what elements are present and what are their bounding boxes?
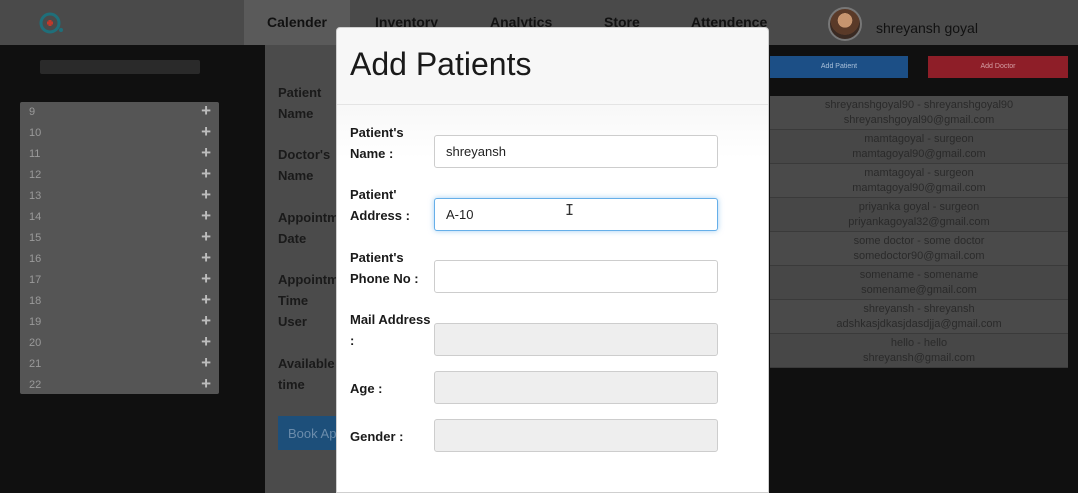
hour-label: 11 <box>29 148 41 160</box>
hour-slot: 20 + <box>20 332 219 354</box>
appointment-date-label: Appointment Date <box>278 210 336 246</box>
doctor-list-item[interactable]: priyanka goyal - surgeon priyankagoyal32@… <box>770 198 1068 232</box>
sidebar-header <box>40 60 200 74</box>
doctor-list-item[interactable]: shreyansh - shreyansh adshkasjdkasjdasdjj… <box>770 300 1068 334</box>
add-doctor-button[interactable]: Add Doctor <box>928 56 1068 78</box>
add-slot-icon[interactable]: + <box>201 248 211 268</box>
hour-slot: 19 + <box>20 311 219 333</box>
hour-label: 10 <box>29 127 42 139</box>
add-slot-icon[interactable]: + <box>201 101 211 121</box>
doctor-email: somedoctor90@gmail.com <box>853 250 985 262</box>
hour-slot: 17 + <box>20 269 219 291</box>
hour-label: 18 <box>29 295 42 307</box>
mail-address-input[interactable] <box>434 323 718 356</box>
doctor-name-role: shreyansh - shreyansh <box>863 303 975 315</box>
doctor-email: mamtagoyal90@gmail.com <box>852 148 986 160</box>
doctor-email: somename@gmail.com <box>861 284 977 296</box>
hour-slot: 10 + <box>20 122 219 144</box>
hour-label: 13 <box>29 190 42 202</box>
user-name[interactable]: shreyansh goyal <box>876 20 978 36</box>
gender-field-label: Gender : <box>350 429 404 444</box>
doctor-name-role: some doctor - some doctor <box>853 235 985 247</box>
hour-slot: 14 + <box>20 206 219 228</box>
user-avatar[interactable] <box>828 7 862 41</box>
hour-slot: 21 + <box>20 353 219 375</box>
available-time-label: Available time <box>278 356 335 392</box>
doctor-name-role: hello - hello <box>890 337 948 349</box>
patient-name-label: Patient Name <box>278 85 322 121</box>
patient-phone-input[interactable] <box>434 260 718 293</box>
book-appointment-button[interactable]: Book Appointment <box>278 416 338 450</box>
add-slot-icon[interactable]: + <box>201 290 211 310</box>
hour-slot: 9 + <box>20 101 219 123</box>
age-field-label: Age : <box>350 381 383 396</box>
hour-slot: 22 + <box>20 374 219 396</box>
hour-slot: 15 + <box>20 227 219 249</box>
hour-label: 15 <box>29 232 42 244</box>
add-slot-icon[interactable]: + <box>201 122 211 142</box>
patient-name-input[interactable] <box>434 135 718 168</box>
add-slot-icon[interactable]: + <box>201 206 211 226</box>
doctor-email: shreyansh@gmail.com <box>862 352 976 364</box>
patient-address-field-label: Patient' Address : <box>350 187 410 223</box>
text-cursor-icon: I <box>565 201 575 219</box>
patient-name-field-label: Patient's Name : <box>350 125 404 161</box>
modal-title: Add Patients <box>350 46 532 82</box>
doctor-list-item[interactable]: hello - hello shreyansh@gmail.com <box>770 334 1068 368</box>
hour-label: 16 <box>29 253 42 265</box>
doctor-email: shreyanshgoyal90@gmail.com <box>843 114 995 126</box>
doctor-name-role: shreyanshgoyal90 - shreyanshgoyal90 <box>824 99 1014 111</box>
add-slot-icon[interactable]: + <box>201 164 211 184</box>
doctor-name-role: mamtagoyal - surgeon <box>864 167 974 179</box>
patient-address-input[interactable] <box>434 198 718 231</box>
add-slot-icon[interactable]: + <box>201 269 211 289</box>
mail-address-field-label: Mail Address : <box>350 312 431 348</box>
hour-slot-list: 9 + 10 + 11 + 12 + 13 + 14 + 15 + 16 + 17 + 18 + 1… <box>20 101 219 396</box>
add-patients-modal: Add Patients Patient's Name : Patient' A… <box>336 27 769 493</box>
patient-phone-field-label: Patient's Phone No : <box>350 250 419 286</box>
hour-label: 22 <box>29 379 42 391</box>
hour-label: 9 <box>29 106 36 118</box>
hour-label: 17 <box>29 274 42 286</box>
hour-label: 12 <box>29 169 42 181</box>
add-patient-button[interactable]: Add Patient <box>770 56 908 78</box>
add-slot-icon[interactable]: + <box>201 311 211 331</box>
hour-slot: 13 + <box>20 185 219 207</box>
doctor-list-item[interactable]: mamtagoyal - surgeon mamtagoyal90@gmail.c… <box>770 164 1068 198</box>
clinic-logo-icon[interactable] <box>38 11 66 35</box>
doctor-name-role: somename - somename <box>859 269 979 281</box>
doctor-name-label: Doctor's Name <box>278 147 331 183</box>
hour-label: 20 <box>29 337 42 349</box>
add-slot-icon[interactable]: + <box>201 374 211 394</box>
hour-slot: 16 + <box>20 248 219 270</box>
appointment-time-label: Appointment Time User Wants <box>278 272 336 329</box>
add-slot-icon[interactable]: + <box>201 227 211 247</box>
doctor-email: priyankagoyal32@gmail.com <box>848 216 990 228</box>
doctor-list-item[interactable]: mamtagoyal - surgeon mamtagoyal90@gmail.c… <box>770 130 1068 164</box>
add-slot-icon[interactable]: + <box>201 143 211 163</box>
doctor-list-item[interactable]: somename - somename somename@gmail.com <box>770 266 1068 300</box>
doctor-list: shreyanshgoyal90 - shreyanshgoyal90 shrey… <box>770 96 1068 368</box>
doctor-name-role: mamtagoyal - surgeon <box>864 133 974 145</box>
hour-slot: 12 + <box>20 164 219 186</box>
hour-slot: 11 + <box>20 143 219 165</box>
add-slot-icon[interactable]: + <box>201 185 211 205</box>
hour-label: 14 <box>29 211 42 223</box>
gender-input[interactable] <box>434 419 718 452</box>
hour-label: 21 <box>29 358 42 370</box>
add-slot-icon[interactable]: + <box>201 332 211 352</box>
hour-label: 19 <box>29 316 42 328</box>
doctor-list-item[interactable]: shreyanshgoyal90 - shreyanshgoyal90 shrey… <box>770 96 1068 130</box>
add-slot-icon[interactable]: + <box>201 353 211 373</box>
doctor-list-item[interactable]: some doctor - some doctor somedoctor90@gm… <box>770 232 1068 266</box>
doctor-email: adshkasjdkasjdasdjja@gmail.com <box>836 318 1002 330</box>
hour-slot: 18 + <box>20 290 219 312</box>
doctor-email: mamtagoyal90@gmail.com <box>852 182 986 194</box>
doctor-name-role: priyanka goyal - surgeon <box>858 201 980 213</box>
nav-tab-calender[interactable]: Calender <box>244 0 350 45</box>
age-input[interactable] <box>434 371 718 404</box>
